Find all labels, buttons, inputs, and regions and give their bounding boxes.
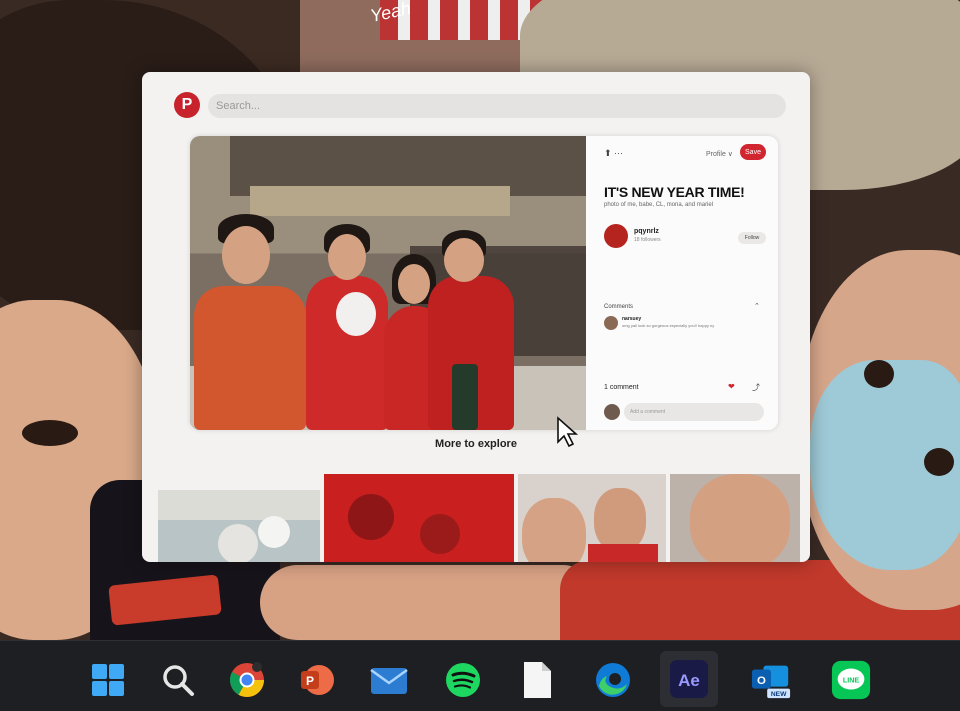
pinterest-window: P Search... ⬆ ··· Profile ∨ Save IT'S NE… [142,72,810,562]
pin-title: IT'S NEW YEAR TIME! [604,184,745,200]
photo-santa-toy [336,292,376,336]
edge-icon[interactable] [592,659,634,701]
background-eye-right [924,448,954,476]
photo-person-head [328,234,366,280]
after-effects-logo-icon: Ae [670,660,708,698]
pin-photo[interactable] [190,136,586,430]
share-icon[interactable]: ⤴ [752,382,760,393]
pin-details-panel: ⬆ ··· Profile ∨ Save IT'S NEW YEAR TIME!… [594,136,778,430]
profile-dropdown[interactable]: Profile ∨ [706,150,733,158]
thumbnail-figure [420,514,460,554]
explore-thumbnail[interactable] [670,474,800,562]
powerpoint-icon[interactable]: P [296,659,338,701]
document-icon [524,662,551,698]
windows-logo-icon [92,664,124,696]
explore-thumbnail[interactable] [158,490,320,562]
pin-description: photo of me, babe, CL, mona, and mariel [604,202,714,208]
commenter-name[interactable]: narsuey [622,316,641,322]
my-avatar [604,404,620,420]
envelope-icon [370,668,408,694]
comment-count: 1 comment [604,384,639,391]
outlook-icon[interactable]: O NEW [750,659,792,701]
line-label: LINE [843,676,860,684]
author-name[interactable]: pqynrlz [634,228,659,235]
background-arm [260,565,600,640]
thumbnail-figure [258,516,290,548]
magnifier-icon [163,665,194,696]
edge-logo-icon [596,663,630,697]
file-icon[interactable] [516,659,558,701]
spotify-icon[interactable] [442,659,484,701]
thumbnail-face [690,474,790,562]
line-icon[interactable]: LINE [830,659,872,701]
outlook-letter: O [757,675,766,687]
powerpoint-logo-icon: P [301,665,334,695]
comment-input[interactable]: Add a comment [624,403,764,421]
after-effects-label: Ae [678,671,700,690]
author-avatar[interactable] [604,224,628,248]
after-effects-icon[interactable]: Ae [660,651,718,707]
windows-taskbar: P Ae O NEW LINE [0,640,960,711]
chrome-icon[interactable] [226,659,268,701]
comment-text: omg yall look so gorgeous especially you… [622,323,715,328]
explore-thumbnail[interactable] [518,474,666,562]
pinterest-logo-icon[interactable]: P [174,92,200,118]
thumbnail-shirt [588,544,658,562]
outlook-new-badge: NEW [771,691,787,698]
photo-person-head [444,238,484,282]
photo-person [194,286,306,430]
search-input[interactable]: Search... [208,94,786,118]
photo-person-head [398,264,430,304]
powerpoint-letter: P [306,674,314,688]
thumbnail-face [522,498,586,562]
comments-heading: Comments [604,304,634,310]
more-to-explore-heading: More to explore [435,438,517,450]
windows-start-icon[interactable] [87,659,129,701]
search-icon[interactable] [157,659,199,701]
pinterest-topbar: P Search... [142,72,810,132]
share-more-icon[interactable]: ⬆ ··· [604,148,623,159]
outlook-logo-icon: O NEW [751,665,791,698]
photo-beam [250,186,510,216]
line-logo-icon: LINE [831,660,871,700]
thumbnail-face [594,488,646,552]
photo-sash [452,364,478,430]
mail-icon[interactable] [368,659,410,701]
heart-icon[interactable]: ❤ [728,382,735,391]
commenter-avatar[interactable] [604,316,618,330]
photo-person-head [222,226,270,284]
spotify-logo-icon [446,663,480,697]
chevron-up-icon[interactable]: ⌃ [754,302,760,310]
background-eye-right [864,360,894,388]
pin-card: ⬆ ··· Profile ∨ Save IT'S NEW YEAR TIME!… [190,136,778,430]
author-followers: 18 followers [634,237,661,243]
chrome-logo-icon [230,662,264,697]
background-eye-left [22,420,78,446]
thumbnail-figure [218,524,258,562]
follow-button[interactable]: Follow [738,232,766,244]
explore-thumbnail[interactable] [324,474,514,562]
save-button[interactable]: Save [740,144,766,160]
thumbnail-figure [348,494,394,540]
